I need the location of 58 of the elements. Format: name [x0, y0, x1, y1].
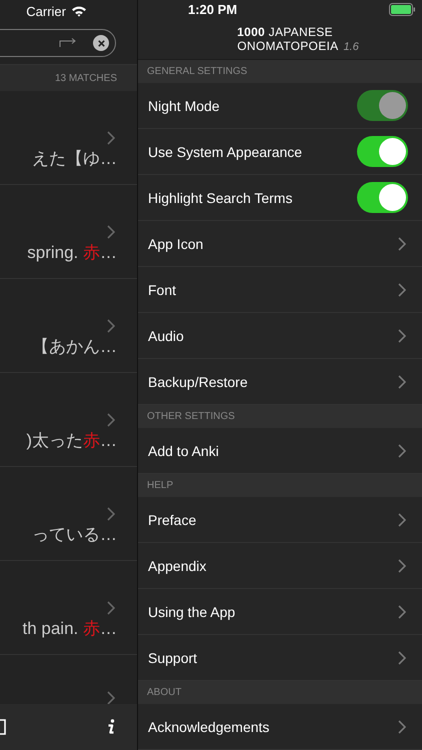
chevron-icon — [107, 131, 115, 145]
app-title: 1000 JAPANESE — [237, 25, 333, 40]
chevron-icon — [398, 236, 406, 250]
chevron-icon — [107, 601, 115, 615]
result-row[interactable]: 【あかん… — [0, 279, 137, 373]
search-field[interactable] — [0, 29, 116, 57]
chevron-icon — [107, 507, 115, 521]
battery-icon — [389, 3, 416, 16]
chevron-icon — [398, 374, 406, 388]
result-row[interactable]: っている… — [0, 467, 137, 561]
chevron-icon — [398, 328, 406, 342]
toggle-switch[interactable] — [357, 182, 408, 213]
chevron-icon — [398, 444, 406, 458]
result-text: th pain. 赤… — [22, 618, 117, 640]
section-header: HELP — [147, 480, 174, 491]
wifi-icon — [71, 5, 87, 17]
section-header: GENERAL SETTINGS — [147, 66, 248, 77]
settings-row[interactable]: Acknowledgements — [138, 704, 422, 750]
setting-label: Highlight Search Terms — [148, 190, 292, 206]
chevron-icon — [398, 558, 406, 572]
settings-row[interactable]: Preface — [138, 497, 422, 543]
close-icon — [96, 38, 106, 48]
result-row[interactable]: )太った赤… — [0, 373, 137, 467]
result-row[interactable]: th pain. 赤… — [0, 561, 137, 655]
info-icon[interactable] — [107, 719, 115, 735]
chevron-icon — [398, 720, 406, 734]
result-text: )太った赤… — [26, 430, 117, 452]
settings-row[interactable]: Audio — [138, 313, 422, 359]
section-header: ABOUT — [147, 687, 182, 698]
result-text: spring. 赤… — [27, 242, 117, 264]
toggle-switch[interactable] — [357, 136, 408, 167]
settings-row[interactable]: Font — [138, 267, 422, 313]
chevron-icon — [398, 604, 406, 618]
chevron-icon — [398, 650, 406, 664]
setting-label: Use System Appearance — [148, 144, 302, 160]
result-row[interactable]: えた【ゆ… — [0, 91, 137, 185]
chevron-icon — [398, 282, 406, 296]
settings-row[interactable]: Using the App — [138, 589, 422, 635]
match-count: 13 MATCHES — [54, 72, 117, 84]
settings-row[interactable]: Appendix — [138, 543, 422, 589]
settings-row[interactable]: App Icon — [138, 221, 422, 267]
status-time: 1:20 PM — [188, 2, 238, 18]
section-header: OTHER SETTINGS — [147, 411, 235, 422]
result-text: 【あかん… — [32, 336, 117, 358]
chevron-icon — [107, 691, 115, 704]
app-title: ONOMATOPOEIA — [237, 39, 338, 54]
chevron-icon — [107, 413, 115, 427]
version-label: 1.6 — [343, 41, 359, 54]
clear-button[interactable] — [93, 35, 109, 51]
result-row[interactable]: spring. 赤… — [0, 185, 137, 279]
chevron-icon — [107, 319, 115, 333]
result-text: っている… — [32, 524, 117, 546]
result-text: えた【ゆ… — [32, 148, 117, 170]
chevron-icon — [107, 225, 115, 239]
return-arrow-icon — [59, 38, 77, 48]
carrier-name: Carrier — [26, 4, 66, 18]
chevron-icon — [398, 512, 406, 526]
setting-label: Night Mode — [148, 98, 220, 114]
